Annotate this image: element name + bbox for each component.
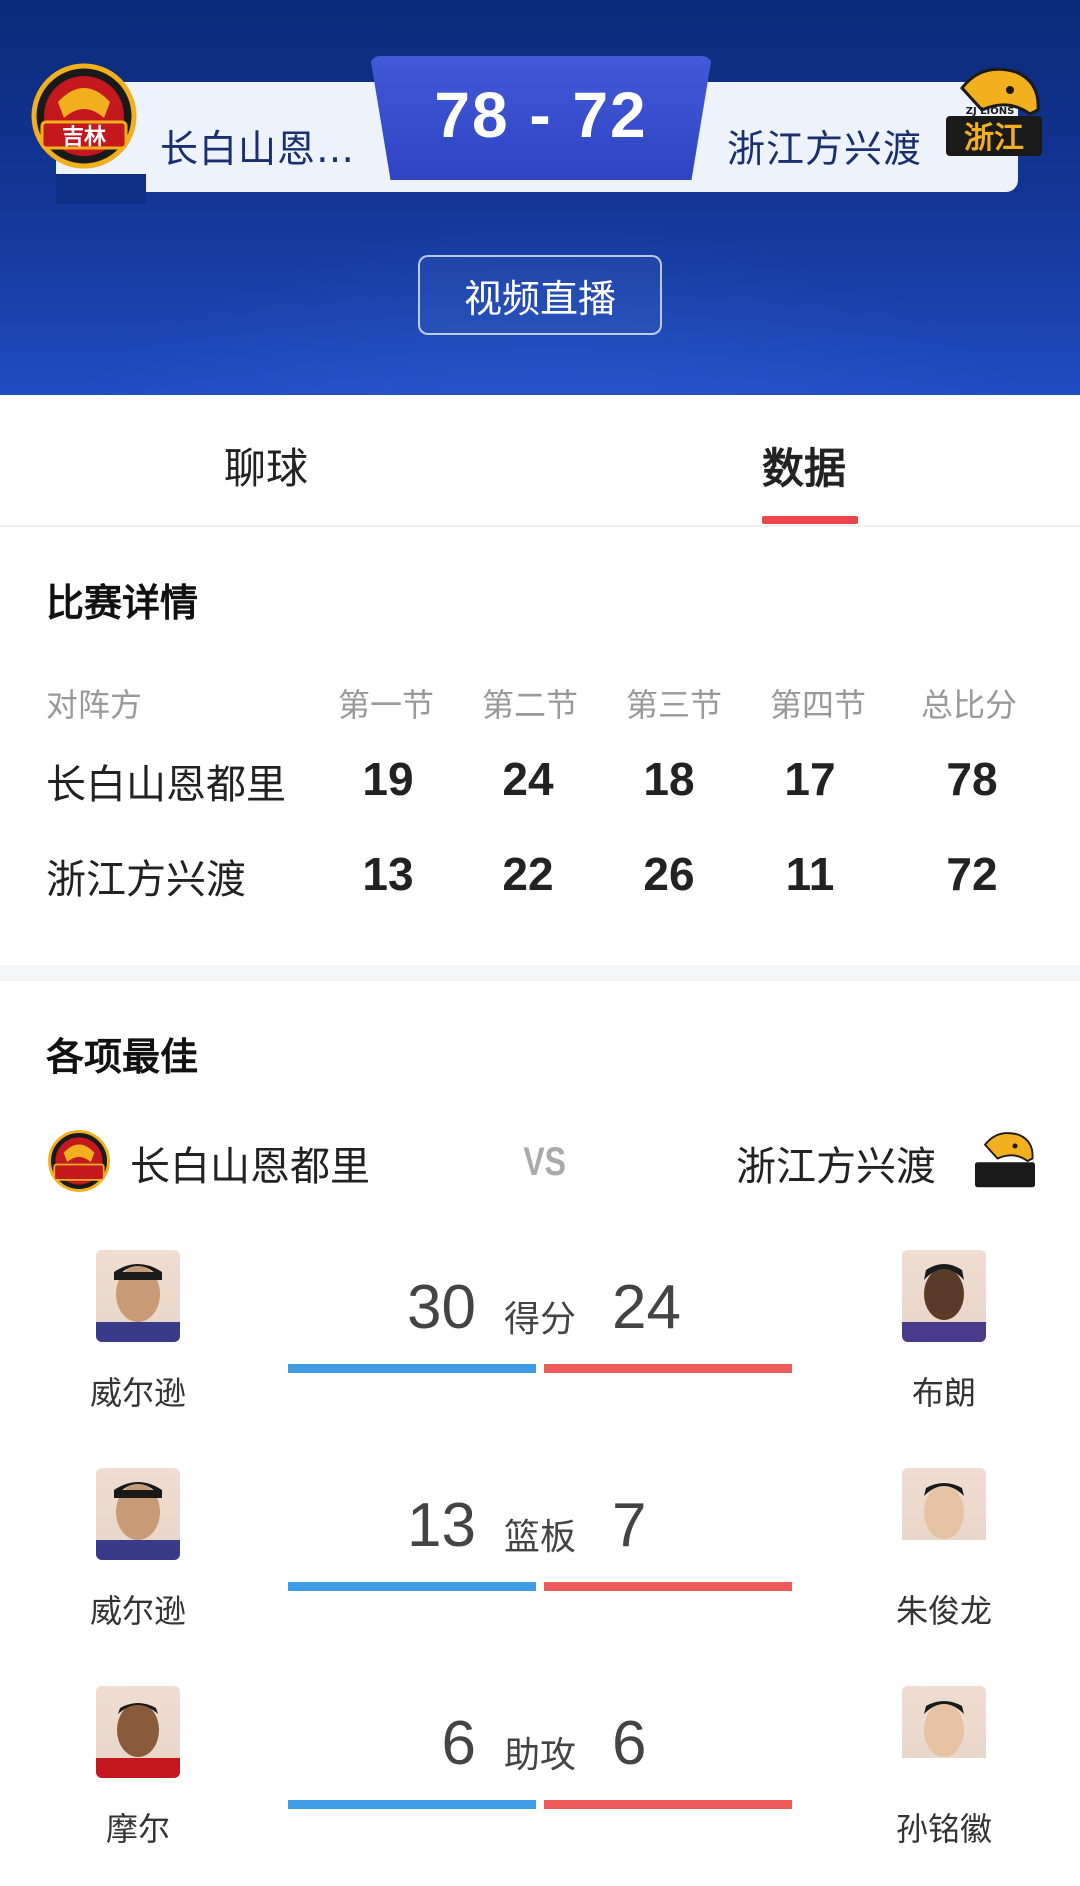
- match-header: 吉林 长白山恩… 78 - 72 浙江方兴渡 ZJ LIONS 浙江 视频直播: [0, 0, 1080, 395]
- tab-bar: 聊球 数据: [0, 395, 1080, 527]
- player-avatar-home[interactable]: [96, 1686, 180, 1778]
- stat-bar-home: [288, 1800, 536, 1809]
- stat-row-rebounds: 威尔逊 13 篮板 7 朱俊龙: [0, 1468, 1080, 1668]
- stat-value-away: 6: [612, 1709, 647, 1778]
- stat-value-home: 13: [407, 1491, 476, 1560]
- best-home-team: 长白山恩都里: [130, 1144, 370, 1190]
- stat-value-away: 7: [612, 1491, 647, 1560]
- home-total: 78: [946, 753, 998, 805]
- header-q3: 第三节: [626, 686, 723, 724]
- header-total: 总比分: [921, 686, 1018, 724]
- live-video-button[interactable]: 视频直播: [418, 255, 662, 335]
- match-details-title: 比赛详情: [46, 581, 199, 625]
- header-q2: 第二节: [482, 686, 579, 724]
- home-q3: 18: [643, 753, 695, 805]
- player-avatar-home[interactable]: [96, 1250, 180, 1342]
- stat-bar-home: [288, 1582, 536, 1591]
- section-divider: [0, 965, 1080, 981]
- home-logo-text: 吉林: [62, 124, 106, 150]
- tab-data[interactable]: 数据: [762, 435, 846, 496]
- player-avatar-away[interactable]: [902, 1468, 986, 1560]
- away-logo-text: 浙江: [964, 121, 1024, 156]
- match-score: 78 - 72: [434, 79, 648, 151]
- stat-value-home: 6: [441, 1709, 476, 1778]
- stat-row-points: 威尔逊 30 得分 24 布朗: [0, 1250, 1080, 1450]
- home-team-logo[interactable]: 吉林: [28, 60, 140, 172]
- stat-label: 得分: [503, 1299, 576, 1340]
- player-name-home[interactable]: 威尔逊: [38, 1586, 238, 1632]
- stat-bar-away: [544, 1800, 792, 1809]
- header-q1: 第一节: [338, 686, 435, 724]
- header-q4: 第四节: [770, 686, 867, 724]
- player-name-away[interactable]: 孙铭徽: [844, 1804, 1044, 1850]
- stat-row-assists: 摩尔 6 助攻 6 孙铭徽: [0, 1686, 1080, 1886]
- home-team-logo-small: [46, 1128, 112, 1194]
- stat-label: 篮板: [503, 1517, 576, 1558]
- player-avatar-home[interactable]: [96, 1468, 180, 1560]
- stat-value-away: 24: [612, 1273, 681, 1342]
- best-performers-title: 各项最佳: [46, 1035, 199, 1079]
- score-box: 78 - 72: [370, 56, 712, 180]
- player-name-home[interactable]: 摩尔: [38, 1804, 238, 1850]
- away-q4: 11: [785, 848, 835, 900]
- home-team-name[interactable]: 长白山恩…: [160, 118, 355, 173]
- row-away-team: 浙江方兴渡: [46, 857, 246, 903]
- best-away-team: 浙江方兴渡: [736, 1144, 936, 1190]
- player-avatar-away[interactable]: [902, 1686, 986, 1778]
- away-team-logo-small: [970, 1126, 1040, 1196]
- away-q3: 26: [643, 848, 695, 900]
- stat-value-home: 30: [407, 1273, 476, 1342]
- stat-label: 助攻: [503, 1735, 576, 1776]
- away-total: 72: [946, 848, 998, 900]
- player-name-home[interactable]: 威尔逊: [38, 1368, 238, 1414]
- away-q1: 13: [362, 848, 414, 900]
- vs-label: VS: [523, 1140, 567, 1184]
- player-name-away[interactable]: 朱俊龙: [844, 1586, 1044, 1632]
- header-matchup: 对阵方: [46, 686, 143, 724]
- away-team-name[interactable]: 浙江方兴渡: [727, 118, 922, 173]
- stat-bar-away: [544, 1582, 792, 1591]
- player-avatar-away[interactable]: [902, 1250, 986, 1342]
- row-home-team: 长白山恩都里: [46, 762, 286, 808]
- stat-bar-home: [288, 1364, 536, 1373]
- stat-bar-away: [544, 1364, 792, 1373]
- player-name-away[interactable]: 布朗: [844, 1368, 1044, 1414]
- home-q1: 19: [362, 753, 414, 805]
- away-logo-sub: ZJ LIONS: [966, 106, 1015, 117]
- away-team-logo[interactable]: ZJ LIONS 浙江: [938, 58, 1050, 170]
- active-tab-indicator: [762, 516, 858, 524]
- home-q4: 17: [784, 753, 836, 805]
- tab-chat[interactable]: 聊球: [224, 435, 308, 496]
- away-q2: 22: [502, 848, 554, 900]
- home-q2: 24: [502, 753, 554, 805]
